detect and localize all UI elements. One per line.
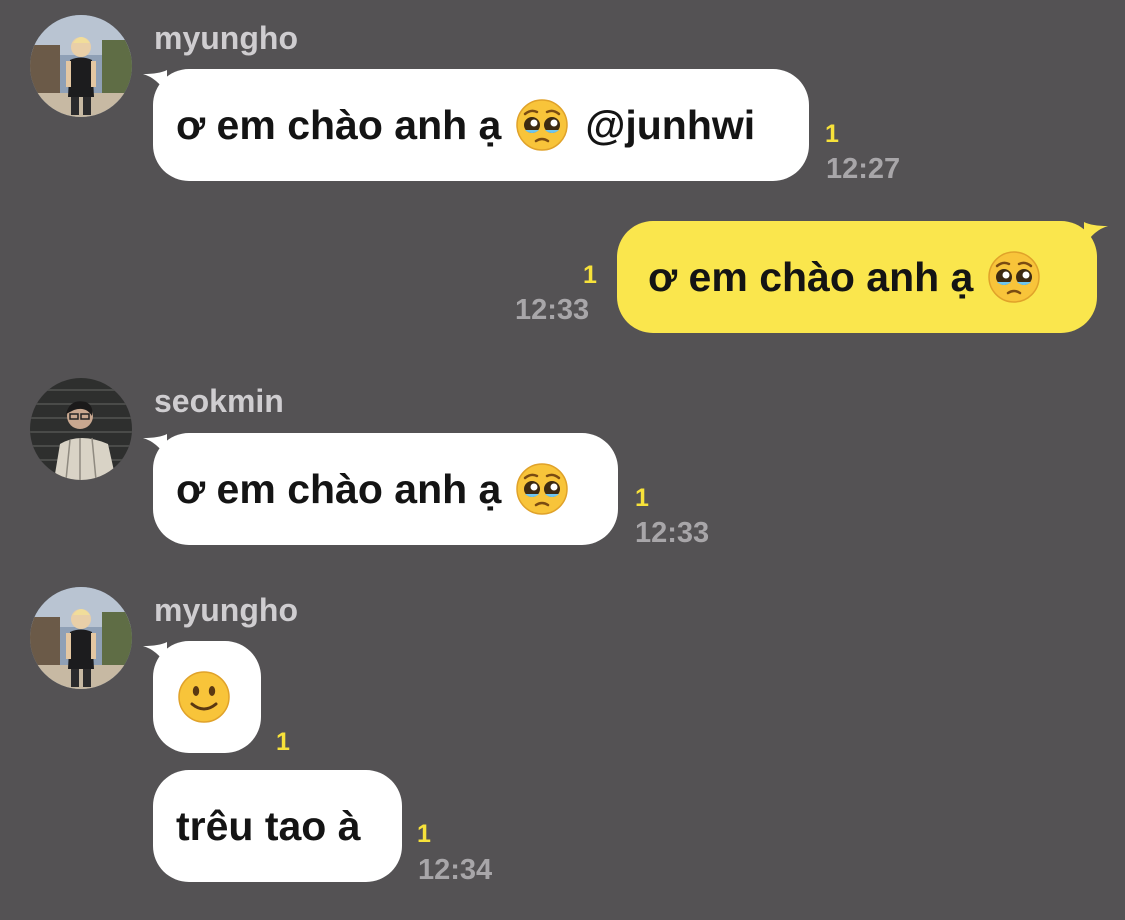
avatar-seokmin[interactable] <box>30 378 132 480</box>
unread-count: 1 <box>583 261 597 289</box>
message-time: 12:33 <box>515 294 590 326</box>
pleading-face-icon <box>987 250 1041 304</box>
pleading-face-icon <box>515 98 569 152</box>
message-text: ơ em chào anh ạ <box>648 253 974 300</box>
message-bubble[interactable]: ơ em chào anh ạ @junhwi <box>153 69 809 181</box>
message-bubble-outgoing[interactable]: ơ em chào anh ạ <box>617 221 1097 333</box>
message-time: 12:34 <box>418 854 493 886</box>
slightly-smiling-face-icon <box>177 670 231 724</box>
sender-name: myungho <box>154 20 298 56</box>
unread-count: 1 <box>417 820 431 848</box>
sender-name: seokmin <box>154 383 284 419</box>
unread-count: 1 <box>276 728 290 756</box>
message-time: 12:27 <box>826 153 901 185</box>
message-text: trêu tao à <box>176 802 361 849</box>
message-time: 12:33 <box>635 517 710 549</box>
sender-name: myungho <box>154 592 298 628</box>
message-text: ơ em chào anh ạ <box>176 101 502 148</box>
unread-count: 1 <box>635 484 649 512</box>
message-bubble[interactable]: ơ em chào anh ạ <box>153 433 618 545</box>
unread-count: 1 <box>825 120 839 148</box>
avatar-myungho[interactable] <box>30 587 132 689</box>
message-text: ơ em chào anh ạ <box>176 465 502 512</box>
pleading-face-icon <box>515 462 569 516</box>
message-bubble[interactable] <box>153 641 261 753</box>
mention-link[interactable]: @junhwi <box>585 102 755 149</box>
message-bubble[interactable]: trêu tao à <box>153 770 402 882</box>
avatar-myungho[interactable] <box>30 15 132 117</box>
